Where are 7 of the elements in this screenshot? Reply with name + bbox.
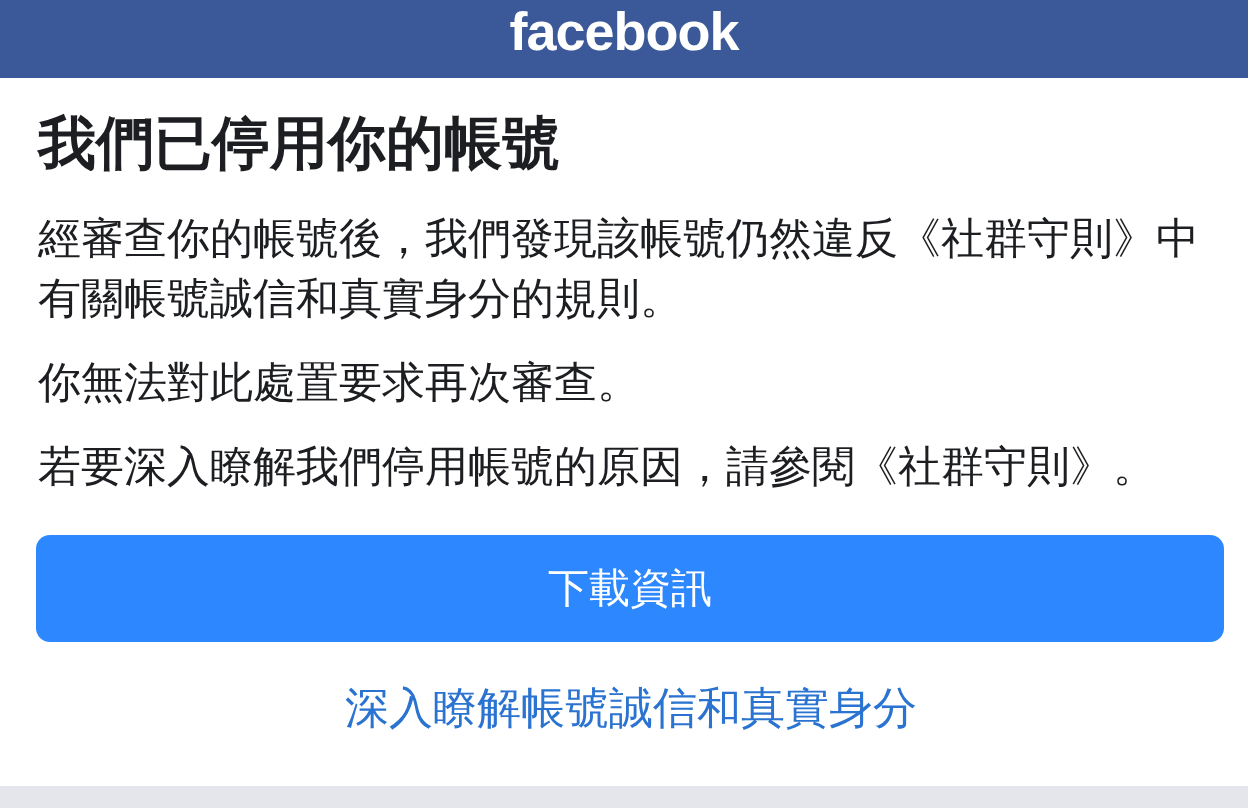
message-text: 經審查你的帳號後，我們發現該帳號仍然違反《社群守則》中有關帳號誠信和真實身分的規則。 bbox=[38, 212, 1200, 325]
logo: facebook bbox=[509, 2, 739, 60]
page-title: 我們已停用你的帳號 bbox=[38, 108, 561, 178]
download-button[interactable]: 下載資訊 bbox=[36, 535, 1224, 642]
learn-more-link[interactable]: 深入瞭解帳號誠信和真實身分 bbox=[345, 682, 917, 734]
message-text: 若要深入瞭解我們停用帳號的原因，請參閱《社群守則》。 bbox=[38, 440, 1157, 493]
message-text: 你無法對此處置要求再次審查。 bbox=[38, 356, 641, 409]
